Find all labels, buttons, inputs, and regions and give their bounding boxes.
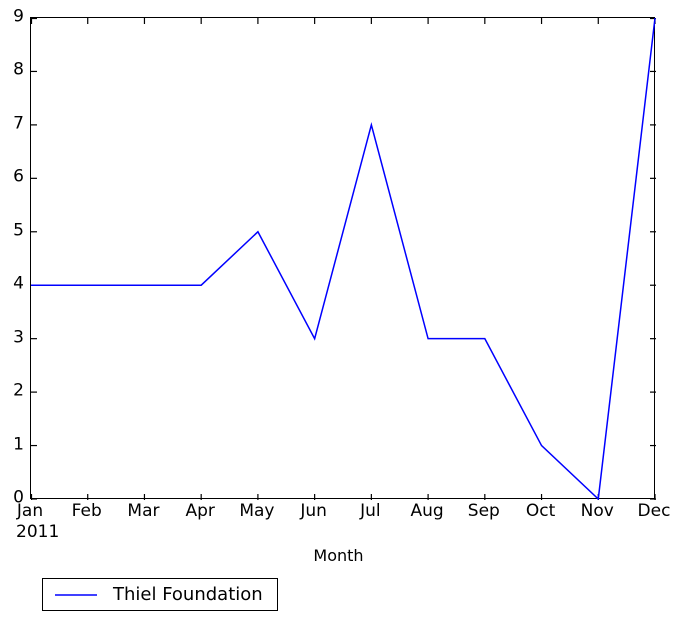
x-axis-tick-label: Dec [637, 501, 671, 521]
x-axis-tick-label: Mar [127, 501, 160, 521]
x-axis-tick-label: Jan [16, 501, 44, 521]
y-axis-tick-label: 5 [13, 220, 24, 241]
legend-line-sample-icon [55, 593, 97, 596]
y-axis-tick-labels: 0123456789 [0, 8, 24, 506]
x-axis-tick-label: Jul [360, 501, 381, 521]
data-line-thiel-foundation [31, 18, 656, 500]
y-axis-tick-label: 6 [13, 166, 24, 187]
chart-figure: 0123456789 Jan Feb Mar Apr May Jun Jul Aug Sep Oc… [0, 0, 677, 621]
y-axis-tick-label: 4 [13, 273, 24, 294]
x-axis-tick-label: Feb [71, 501, 102, 521]
plot-area [30, 17, 656, 500]
y-axis-tick-label: 1 [13, 434, 24, 455]
x-axis-tick-label: May [239, 501, 275, 521]
y-axis-tick-label: 9 [13, 6, 24, 27]
x-axis-tick-marks [31, 18, 656, 500]
x-axis-title: Month [313, 546, 364, 565]
y-axis-tick-label: 2 [13, 380, 24, 401]
x-axis-year-label: 2011 [16, 522, 60, 542]
y-axis-tick-label: 7 [13, 113, 24, 134]
x-axis-tick-label: Jun [300, 501, 327, 521]
y-axis-tick-label: 3 [13, 327, 24, 348]
x-axis-tick-label: Oct [525, 501, 556, 521]
x-axis-tick-labels: Jan Feb Mar Apr May Jun Jul Aug Sep Oct Nov Dec [17, 501, 671, 526]
chart-legend: Thiel Foundation [42, 578, 278, 611]
x-axis-tick-label: Aug [410, 501, 444, 521]
legend-label-thiel-foundation: Thiel Foundation [113, 583, 263, 605]
y-axis-tick-label: 8 [13, 59, 24, 80]
y-axis-tick-marks [31, 18, 656, 500]
x-axis-tick-label: Apr [185, 501, 215, 521]
x-axis-tick-label: Nov [580, 501, 614, 521]
plot-canvas [31, 18, 656, 500]
x-axis-tick-label: Sep [467, 501, 500, 521]
